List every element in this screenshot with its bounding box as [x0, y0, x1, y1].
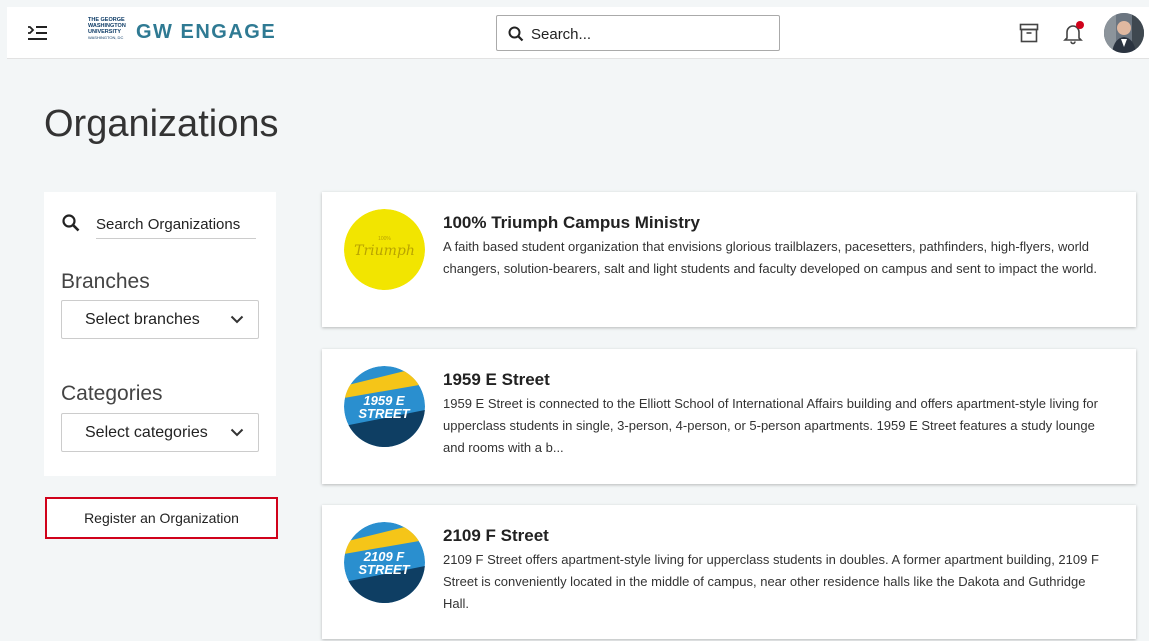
categories-select-label: Select categories [85, 424, 208, 441]
university-logo[interactable]: THE GEORGE WASHINGTON UNIVERSITY WASHING… [88, 17, 128, 45]
notification-badge [1076, 21, 1084, 29]
search-icon [508, 26, 524, 42]
archive-icon[interactable] [1017, 21, 1041, 45]
app-title[interactable]: GW ENGAGE [136, 21, 276, 44]
categories-select[interactable]: Select categories [61, 413, 259, 452]
register-organization-button[interactable]: Register an Organization [45, 497, 278, 539]
svg-text:Triumph: Triumph [354, 243, 415, 259]
organization-logo: 100% Triumph [344, 209, 425, 290]
filter-panel: Branches Select branches Categories Sele… [44, 192, 276, 476]
organization-name[interactable]: 2109 F Street [443, 526, 549, 546]
organization-card[interactable]: 2109 F STREET 2109 F Street 2109 F Stree… [322, 505, 1136, 639]
organization-logo: 2109 F STREET [344, 522, 425, 603]
chevron-down-icon [230, 315, 244, 324]
svg-text:100%: 100% [378, 236, 391, 242]
organization-card[interactable]: 100% Triumph 100% Triumph Campus Ministr… [322, 192, 1136, 327]
branches-heading: Branches [61, 270, 150, 293]
svg-text:STREET: STREET [358, 562, 410, 577]
top-bar: THE GEORGE WASHINGTON UNIVERSITY WASHING… [7, 7, 1149, 59]
svg-text:STREET: STREET [358, 406, 410, 421]
organization-name[interactable]: 1959 E Street [443, 370, 550, 390]
organization-logo: 1959 E STREET [344, 366, 425, 447]
branches-select-label: Select branches [85, 311, 200, 328]
organization-description: 1959 E Street is connected to the Elliot… [443, 396, 1098, 455]
menu-icon[interactable] [25, 21, 49, 45]
chevron-down-icon [230, 428, 244, 437]
organization-description: 2109 F Street offers apartment-style liv… [443, 552, 1099, 611]
branches-select[interactable]: Select branches [61, 300, 259, 339]
organization-card[interactable]: 1959 E STREET 1959 E Street 1959 E Stree… [322, 349, 1136, 484]
organization-description: A faith based student organization that … [443, 239, 1097, 276]
global-search-input[interactable] [531, 23, 761, 45]
organization-search-input[interactable] [96, 211, 256, 239]
global-search[interactable] [496, 15, 780, 51]
organization-name[interactable]: 100% Triumph Campus Ministry [443, 213, 700, 233]
page-title: Organizations [44, 103, 279, 145]
search-icon [62, 214, 80, 232]
avatar[interactable] [1104, 13, 1144, 53]
categories-heading: Categories [61, 382, 163, 405]
notification-bell-icon[interactable] [1060, 20, 1086, 46]
